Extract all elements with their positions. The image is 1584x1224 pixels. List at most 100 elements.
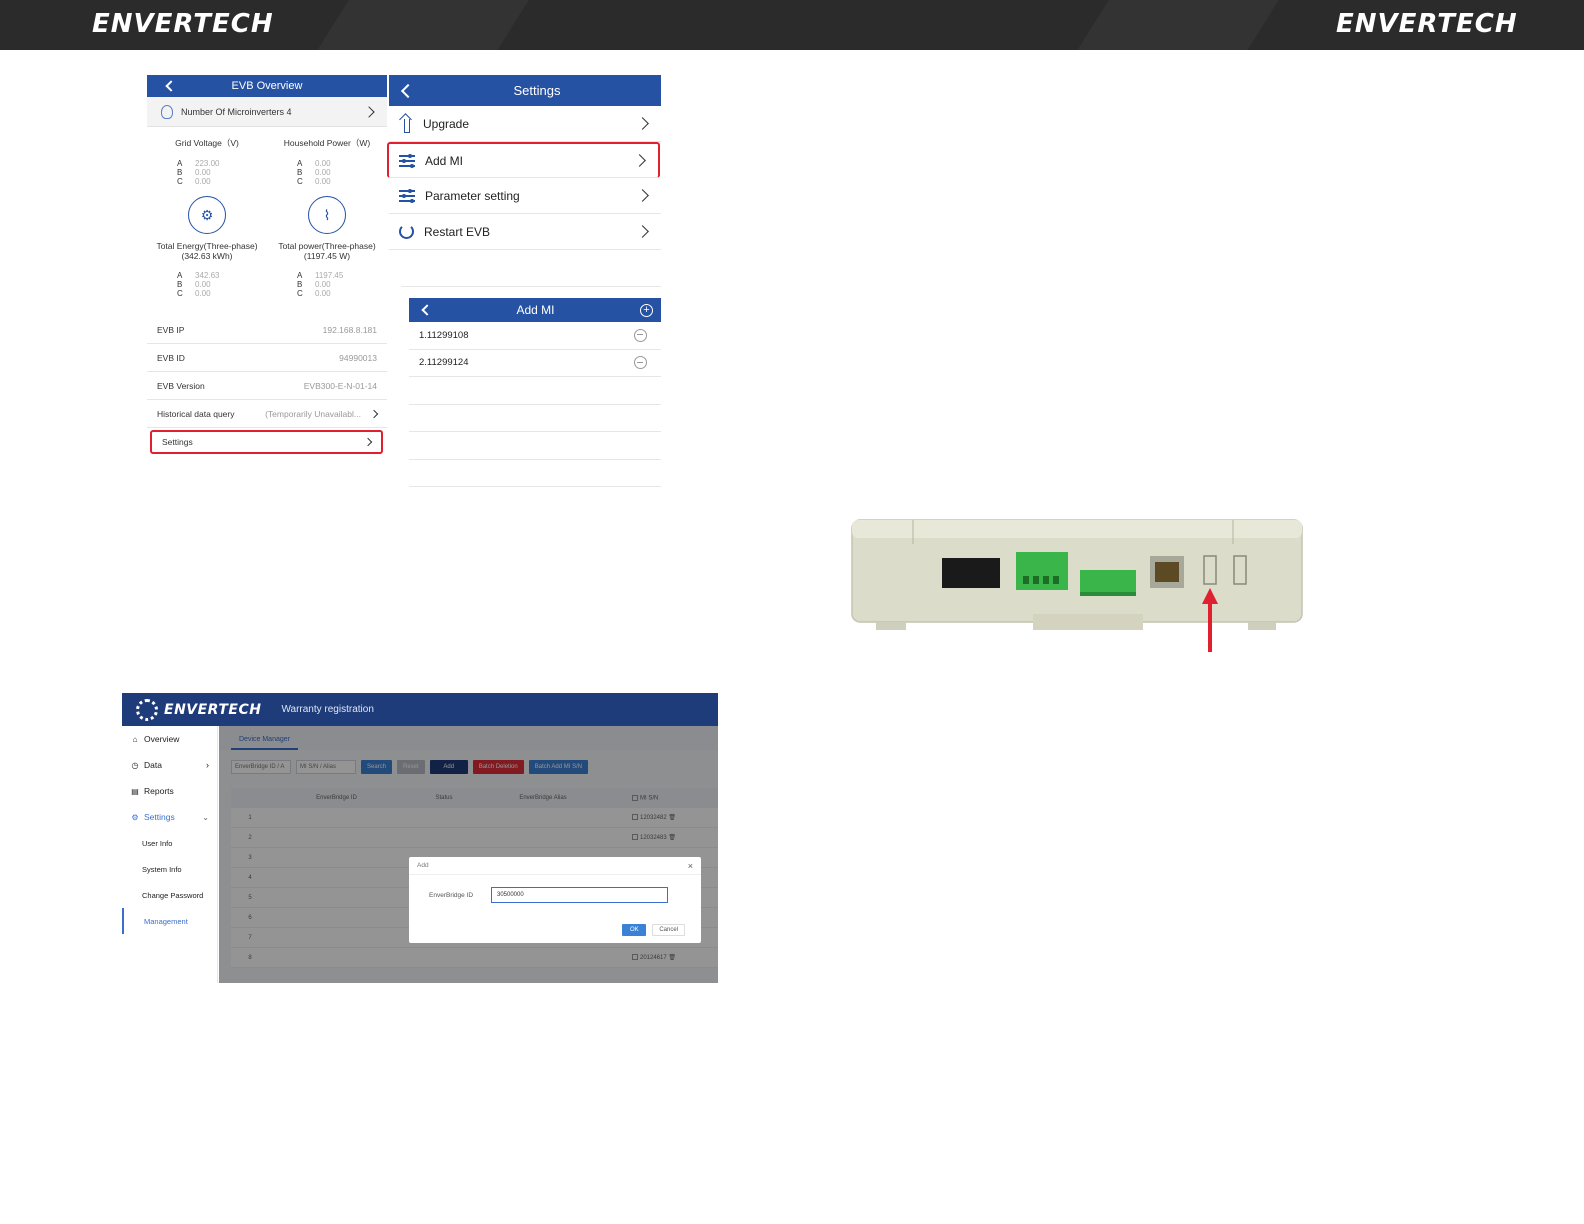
phase-value: 0.00 xyxy=(315,280,331,289)
total-energy-label: Total Energy(Three-phase) xyxy=(156,241,258,251)
empty-row xyxy=(409,432,661,460)
close-icon[interactable]: × xyxy=(688,861,693,871)
web-header: ENVERTECH Warranty registration xyxy=(122,693,718,726)
nav-data[interactable]: ◷ Data › xyxy=(122,752,217,778)
remove-circle-icon[interactable] xyxy=(634,328,647,342)
gear-icon: ⚙ xyxy=(131,812,139,822)
nav-settings[interactable]: ⚙ Settings ⌄ xyxy=(122,804,217,830)
upgrade-item[interactable]: Upgrade xyxy=(389,106,661,142)
row-value: (Temporarily Unavailabl... xyxy=(265,408,361,419)
voltage-power-stats: Grid Voltage（V) A 223.00 B 0.00 C 0.00 ⚙ To… xyxy=(147,127,387,298)
chevron-right-icon xyxy=(363,437,373,447)
settings-screen: Settings Upgrade Add MI Parameter settin… xyxy=(387,75,661,290)
total-energy-caption: Total Energy(Three-phase) (342.63 kWh) xyxy=(147,241,267,261)
evb-overview-screen: EVB Overview Number Of Microinverters 4 … xyxy=(147,75,387,485)
dialog-title: Add xyxy=(417,862,429,869)
evb-info-list: EVB IP 192.168.8.181 EVB ID 94990013 EVB… xyxy=(147,316,387,454)
settings-row-label: Settings xyxy=(162,437,193,447)
cancel-button[interactable]: Cancel xyxy=(652,924,685,936)
nav-overview[interactable]: ⌂ Overview xyxy=(122,726,217,752)
ok-button[interactable]: OK xyxy=(622,924,647,936)
menu-item-label: Restart EVB xyxy=(424,224,491,239)
sliders-icon xyxy=(399,188,415,203)
dialog-buttons: OK Cancel xyxy=(622,924,685,936)
phase-key: B xyxy=(177,280,183,289)
microinverters-label: Number Of Microinverters xyxy=(181,106,285,117)
phase-key: C xyxy=(177,289,183,298)
enverbridge-id-dialog-input[interactable]: 30500000 xyxy=(491,887,668,903)
add-circle-icon[interactable]: + xyxy=(640,303,653,317)
evb-id-row: EVB ID 94990013 xyxy=(147,344,387,372)
empty-row xyxy=(409,460,661,487)
phase-key: A xyxy=(177,271,183,280)
row-label: EVB IP xyxy=(157,324,185,335)
chevron-right-icon xyxy=(636,225,649,238)
power-pulse-icon: ⌇ xyxy=(308,196,346,234)
add-mi-item[interactable]: Add MI xyxy=(387,142,660,178)
phase-key: C xyxy=(297,177,303,186)
add-mi-screen: Add MI + 1.11299108 2.11299124 xyxy=(409,298,661,492)
mi-serial: 2.11299124 xyxy=(419,357,469,369)
restart-evb-item[interactable]: Restart EVB xyxy=(389,214,661,250)
phase-key: B xyxy=(177,168,183,177)
add-mi-title: Add MI xyxy=(516,303,555,317)
parameter-setting-item[interactable]: Parameter setting xyxy=(389,178,661,214)
total-power-label: Total power(Three-phase) xyxy=(278,241,376,251)
clock-icon: ◷ xyxy=(131,760,139,770)
sliders-icon xyxy=(399,153,415,168)
web-logo: ENVERTECH xyxy=(164,701,262,718)
subnav-label: Change Password xyxy=(142,890,204,900)
settings-row[interactable]: Settings xyxy=(150,430,383,454)
warranty-registration-window: ENVERTECH Warranty registration ⌂ Overvi… xyxy=(122,693,718,983)
brand-logo-right: ENVERTECH xyxy=(1336,9,1518,39)
subnav-change-password[interactable]: Change Password xyxy=(122,882,217,908)
row-label: EVB Version xyxy=(157,380,205,391)
phase-values: A 1197.45 B 0.00 C 0.00 xyxy=(297,271,357,298)
phase-value: 0.00 xyxy=(315,159,331,168)
brand-logo-left: ENVERTECH xyxy=(92,9,274,39)
restart-icon xyxy=(399,224,414,239)
phase-value: 342.63 xyxy=(195,271,220,280)
nav-label: Data xyxy=(144,760,162,770)
chevron-right-icon xyxy=(636,189,649,202)
phase-key: A xyxy=(177,159,183,168)
subnav-user-info[interactable]: User Info xyxy=(122,830,217,856)
row-value: 192.168.8.181 xyxy=(322,324,377,335)
microinverters-row[interactable]: Number Of Microinverters 4 xyxy=(147,97,387,127)
divider xyxy=(401,286,661,287)
subnav-label: User Info xyxy=(142,838,173,848)
historical-data-row[interactable]: Historical data query (Temporarily Unava… xyxy=(147,400,387,428)
phase-value: 0.00 xyxy=(195,289,211,298)
subnav-system-info[interactable]: System Info xyxy=(122,856,217,882)
row-label: EVB ID xyxy=(157,352,185,363)
envertech-flower-icon xyxy=(136,698,158,721)
subnav-management[interactable]: Management xyxy=(122,908,217,934)
phase-values: A 0.00 B 0.00 C 0.00 xyxy=(297,159,357,186)
phase-value: 0.00 xyxy=(195,280,211,289)
phase-key: B xyxy=(297,168,303,177)
add-mi-header: Add MI + xyxy=(409,298,661,322)
menu-item-label: Parameter setting xyxy=(425,188,520,203)
web-sidebar: ⌂ Overview ◷ Data › ▤ Reports ⚙ Settings… xyxy=(122,726,218,983)
chevron-right-icon xyxy=(636,117,649,130)
remove-circle-icon[interactable] xyxy=(634,356,647,370)
field-label: EnverBridge ID xyxy=(429,891,474,899)
phase-value: 0.00 xyxy=(315,177,331,186)
enverbridge-id-field: EnverBridge ID 30500000 xyxy=(409,875,701,903)
microinverters-count: 4 xyxy=(286,106,292,117)
banner-stripe xyxy=(1058,0,1292,50)
chevron-right-icon xyxy=(633,154,646,167)
phase-value: 1197.45 xyxy=(315,271,344,280)
total-power-value: (1197.45 W) xyxy=(303,251,351,261)
household-power-block: Household Power（W) A 0.00 B 0.00 C 0.00 ⌇ T… xyxy=(267,127,387,298)
subnav-label: Management xyxy=(144,916,188,926)
row-label: Historical data query xyxy=(157,408,235,419)
banner-stripe xyxy=(298,0,542,50)
mi-list-item: 1.11299108 xyxy=(409,322,661,350)
nav-reports[interactable]: ▤ Reports xyxy=(122,778,217,804)
antenna-icon xyxy=(161,104,173,119)
chevron-down-icon: ⌄ xyxy=(202,812,209,822)
phase-value: 0.00 xyxy=(315,289,331,298)
phase-key: A xyxy=(297,159,303,168)
dialog-title-bar: Add × xyxy=(409,857,701,875)
